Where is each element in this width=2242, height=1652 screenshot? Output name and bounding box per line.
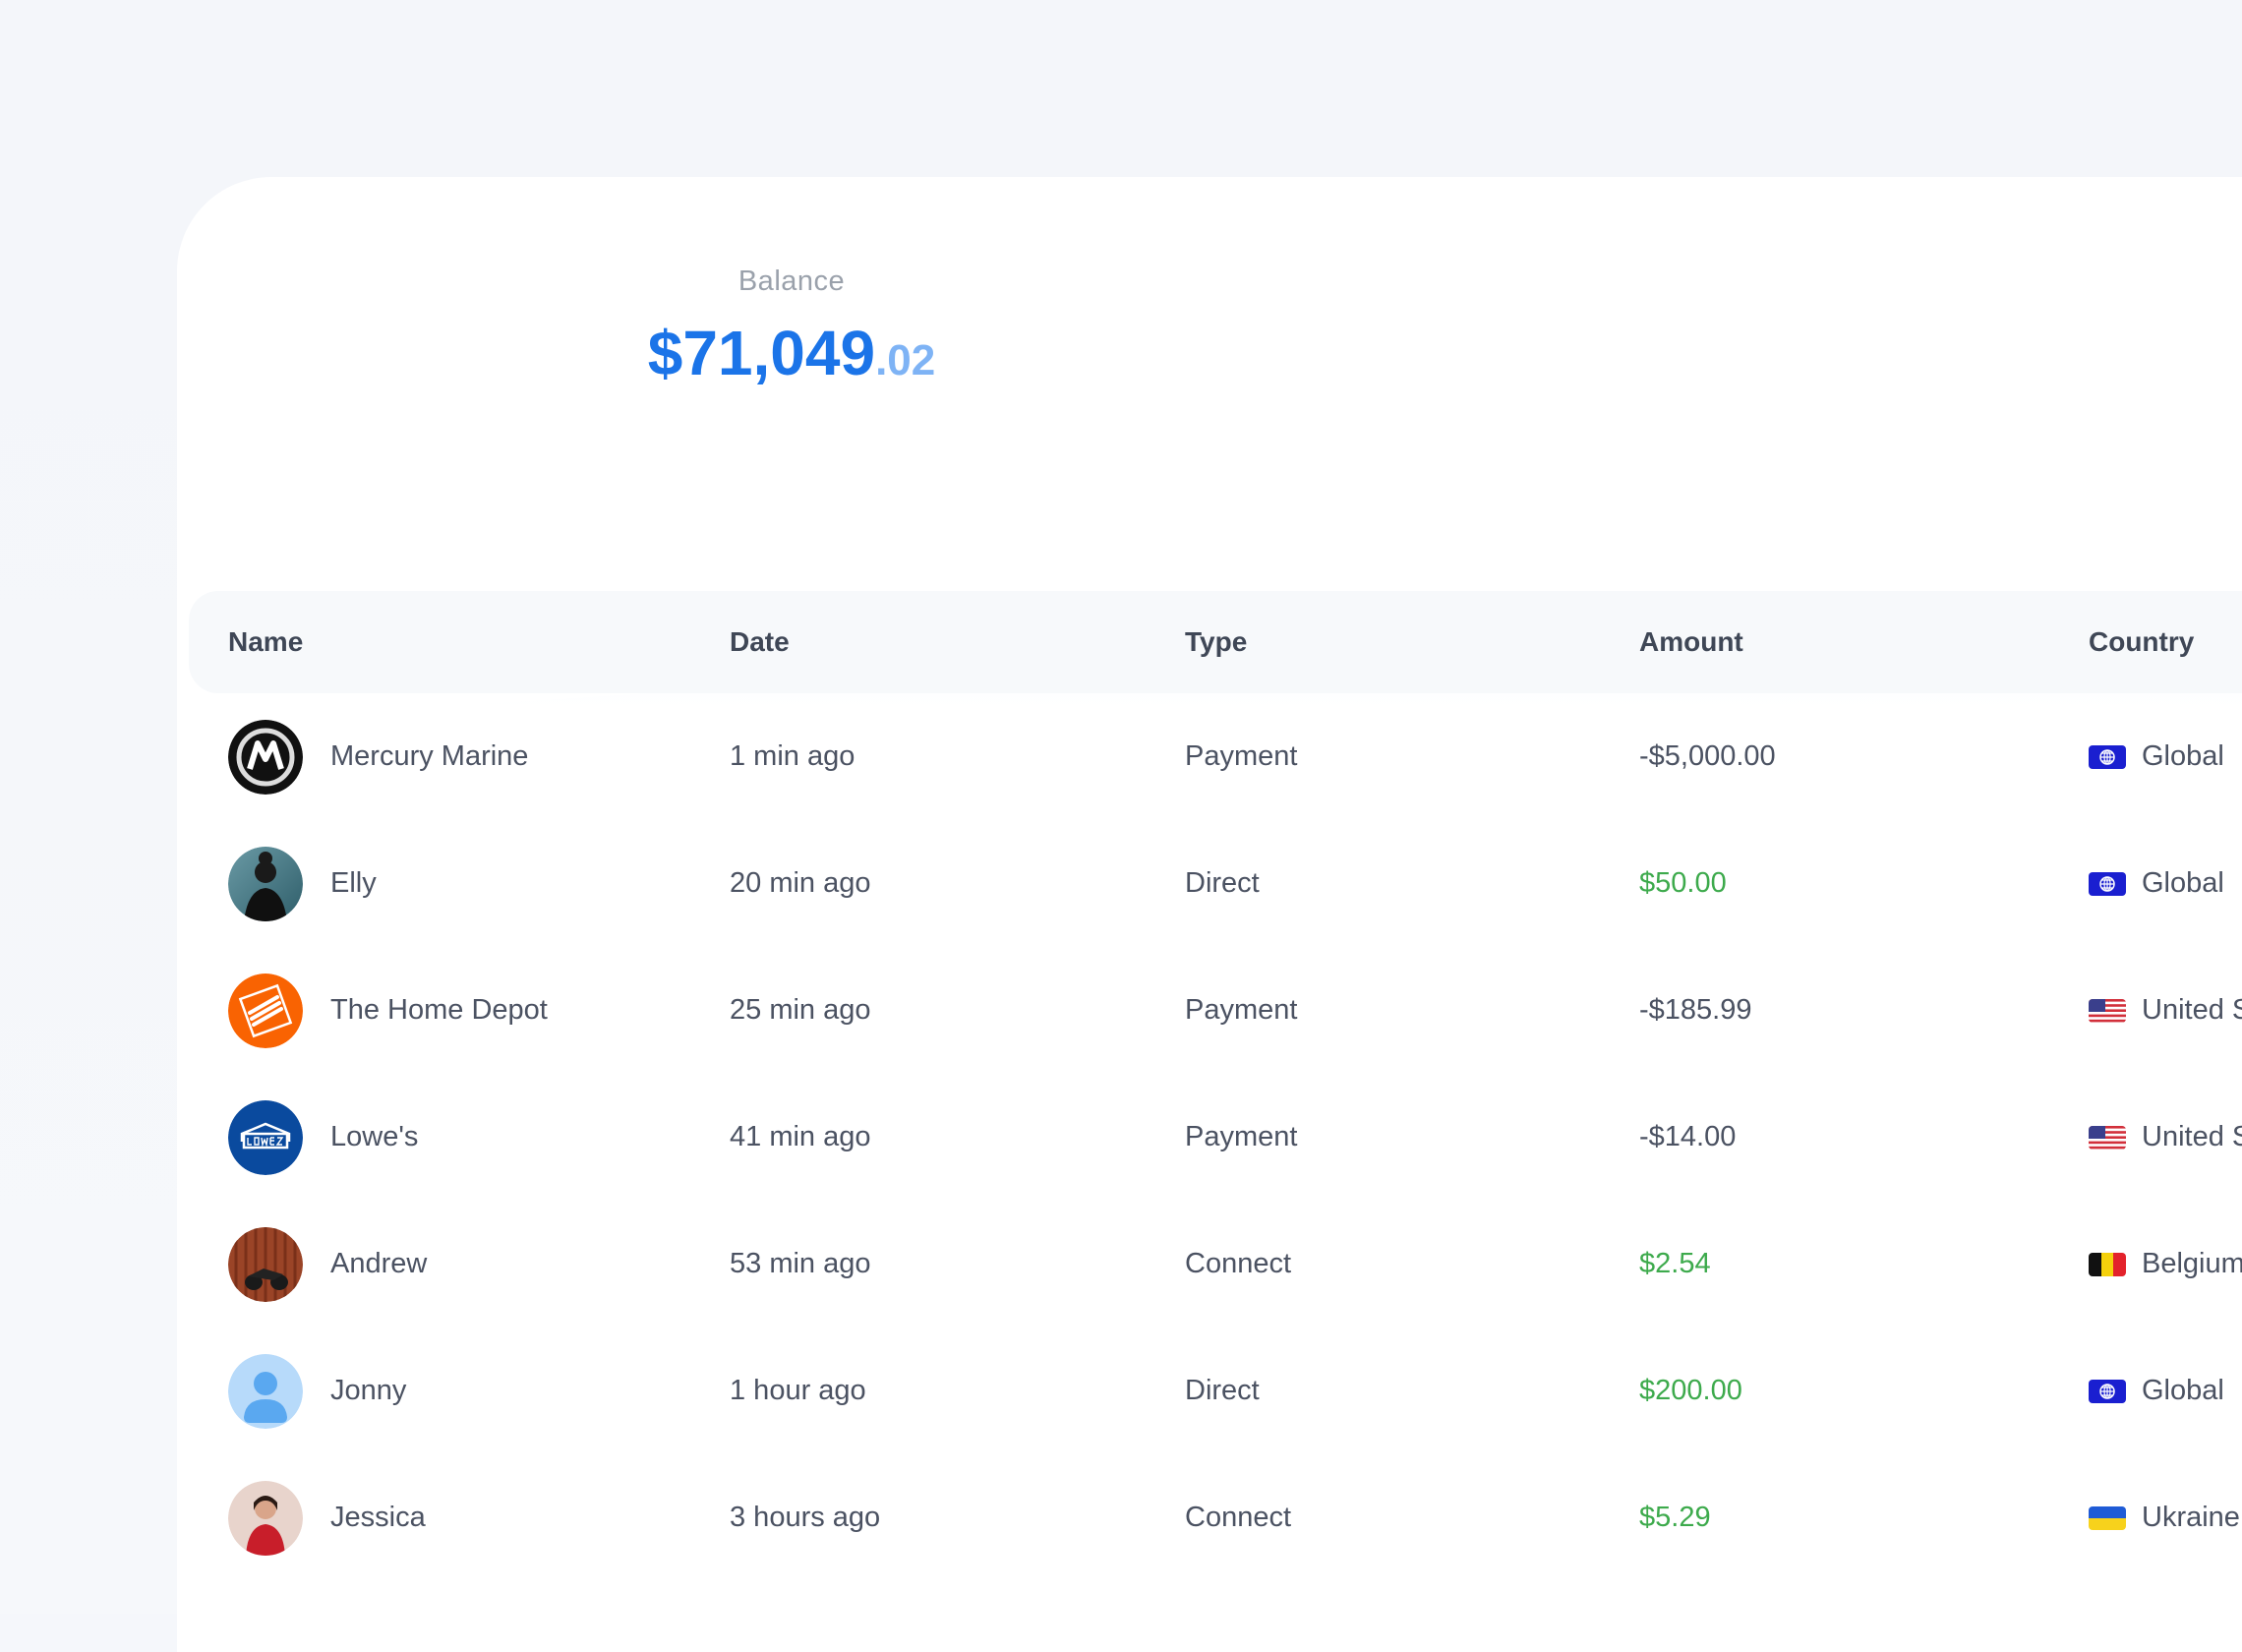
row-amount: $5.29 [1639, 1502, 1711, 1533]
row-country: Belgium [2142, 1248, 2242, 1279]
row-name: Jonny [330, 1375, 407, 1406]
table-row[interactable]: Lowe's 41 min ago Payment -$14.00 United… [189, 1074, 2242, 1201]
home-depot-logo [228, 974, 303, 1048]
row-date: 3 hours ago [730, 1502, 881, 1533]
row-country: Global [2142, 867, 2224, 899]
row-country: Global [2142, 740, 2224, 772]
globe-icon [2089, 745, 2126, 769]
row-country: Ukraine [2142, 1502, 2240, 1533]
transactions-table: Name Date Type Amount Country Mercury Ma… [189, 591, 2242, 1581]
jessica-avatar [228, 1481, 303, 1556]
balance-dollars: $71,049 [647, 318, 876, 388]
row-name: Elly [330, 867, 377, 899]
globe-icon [2089, 872, 2126, 896]
row-date: 41 min ago [730, 1121, 871, 1152]
row-amount: -$185.99 [1639, 994, 1752, 1026]
ukraine-flag-icon [2089, 1506, 2126, 1530]
table-row[interactable]: Andrew 53 min ago Connect $2.54 Belgium [189, 1201, 2242, 1328]
row-type: Direct [1185, 867, 1260, 899]
table-row[interactable]: Mercury Marine 1 min ago Payment -$5,000… [189, 693, 2242, 820]
andrew-avatar [228, 1227, 303, 1302]
row-date: 25 min ago [730, 994, 871, 1026]
row-amount: $50.00 [1639, 867, 1727, 899]
row-type: Payment [1185, 1121, 1298, 1152]
table-row[interactable]: Jessica 3 hours ago Connect $5.29 Ukrain… [189, 1454, 2242, 1581]
row-name: Jessica [330, 1502, 426, 1533]
row-name: Mercury Marine [330, 740, 529, 772]
belgium-flag-icon [2089, 1253, 2126, 1276]
mercury-marine-logo [228, 720, 303, 795]
header-type[interactable]: Type [1185, 591, 1247, 693]
row-name: Andrew [330, 1248, 428, 1279]
row-type: Payment [1185, 994, 1298, 1026]
row-date: 20 min ago [730, 867, 871, 899]
row-type: Connect [1185, 1502, 1292, 1533]
balance-card: Balance $71,049.02 Name Date Type Amount… [177, 177, 2242, 1652]
header-amount[interactable]: Amount [1639, 591, 1743, 693]
row-amount: $2.54 [1639, 1248, 1711, 1279]
row-country: United S [2142, 994, 2242, 1026]
row-type: Connect [1185, 1248, 1292, 1279]
elly-avatar [228, 847, 303, 921]
row-date: 53 min ago [730, 1248, 871, 1279]
us-flag-icon [2089, 1126, 2126, 1150]
row-type: Payment [1185, 740, 1298, 772]
header-name[interactable]: Name [228, 591, 303, 693]
default-user-icon [228, 1354, 303, 1429]
row-country: Global [2142, 1375, 2224, 1406]
balance-value: $71,049.02 [177, 317, 1406, 389]
row-country: United S [2142, 1121, 2242, 1152]
us-flag-icon [2089, 999, 2126, 1023]
table-header: Name Date Type Amount Country [189, 591, 2242, 693]
row-date: 1 min ago [730, 740, 856, 772]
row-name: The Home Depot [330, 994, 548, 1026]
header-date[interactable]: Date [730, 591, 790, 693]
row-type: Direct [1185, 1375, 1260, 1406]
header-country[interactable]: Country [2089, 591, 2194, 693]
lowes-logo [228, 1100, 303, 1175]
row-amount: $200.00 [1639, 1375, 1742, 1406]
row-amount: -$5,000.00 [1639, 740, 1776, 772]
balance-cents: .02 [875, 336, 936, 384]
row-amount: -$14.00 [1639, 1121, 1737, 1152]
table-row[interactable]: Jonny 1 hour ago Direct $200.00 Global [189, 1328, 2242, 1454]
table-row[interactable]: Elly 20 min ago Direct $50.00 Global [189, 820, 2242, 947]
row-date: 1 hour ago [730, 1375, 866, 1406]
row-name: Lowe's [330, 1121, 419, 1152]
table-row[interactable]: The Home Depot 25 min ago Payment -$185.… [189, 947, 2242, 1074]
globe-icon [2089, 1380, 2126, 1403]
balance-label: Balance [738, 266, 846, 297]
